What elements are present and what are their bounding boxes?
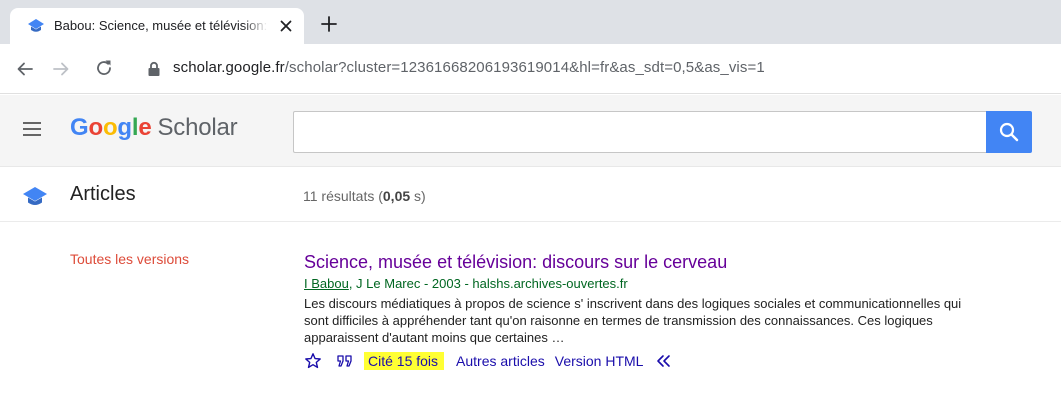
results-count: 11 résultats (0,05 s) [303, 188, 426, 204]
tab-title: Babou: Science, musée et télévision: dis… [54, 18, 268, 33]
url-text: scholar.google.fr/scholar?cluster=123616… [173, 59, 765, 76]
back-arrow-icon[interactable] [14, 58, 36, 80]
html-version-link[interactable]: Version HTML [555, 353, 644, 369]
browser-toolbar: scholar.google.fr/scholar?cluster=123616… [0, 44, 1061, 94]
new-tab-plus-icon[interactable] [318, 13, 340, 35]
search-result: Science, musée et télévision: discours s… [304, 250, 1004, 372]
scholar-header: Google Scholar [0, 95, 1061, 167]
result-authors: I Babou, J Le Marec - 2003 - halshs.arch… [304, 276, 628, 291]
address-bar[interactable]: scholar.google.fr/scholar?cluster=123616… [127, 50, 1061, 88]
close-icon[interactable] [276, 16, 296, 36]
all-versions-link[interactable]: Toutes les versions [70, 251, 189, 267]
google-scholar-logo[interactable]: Google Scholar [70, 114, 238, 142]
scholar-cap-icon [28, 19, 44, 32]
result-actions: Cité 15 fois Autres articles Version HTM… [304, 350, 1004, 372]
search-icon [999, 122, 1019, 142]
cite-quote-icon[interactable] [336, 353, 354, 369]
more-chevrons-icon[interactable] [655, 354, 673, 368]
search-input[interactable] [293, 111, 986, 153]
result-snippet: Les discours médiatiques à propos de sci… [304, 296, 962, 345]
articles-label: Articles [70, 183, 136, 205]
forward-arrow-icon[interactable] [50, 58, 72, 80]
result-title-link[interactable]: Science, musée et télévision: discours s… [304, 250, 1004, 274]
articles-bar: Articles 11 résultats (0,05 s) [0, 168, 1061, 222]
reload-icon[interactable] [93, 57, 115, 79]
search-button[interactable] [986, 111, 1032, 153]
author-link[interactable]: I Babou [304, 276, 349, 291]
browser-tab[interactable]: Babou: Science, musée et télévision: dis… [10, 8, 304, 44]
related-articles-link[interactable]: Autres articles [456, 353, 545, 369]
menu-icon[interactable] [23, 122, 41, 136]
scholar-cap-icon [23, 187, 47, 205]
browser-tab-strip: Babou: Science, musée et télévision: dis… [0, 0, 1061, 44]
cited-by-link[interactable]: Cité 15 fois [364, 352, 445, 370]
lock-icon[interactable] [147, 61, 161, 77]
star-icon[interactable] [304, 352, 322, 370]
